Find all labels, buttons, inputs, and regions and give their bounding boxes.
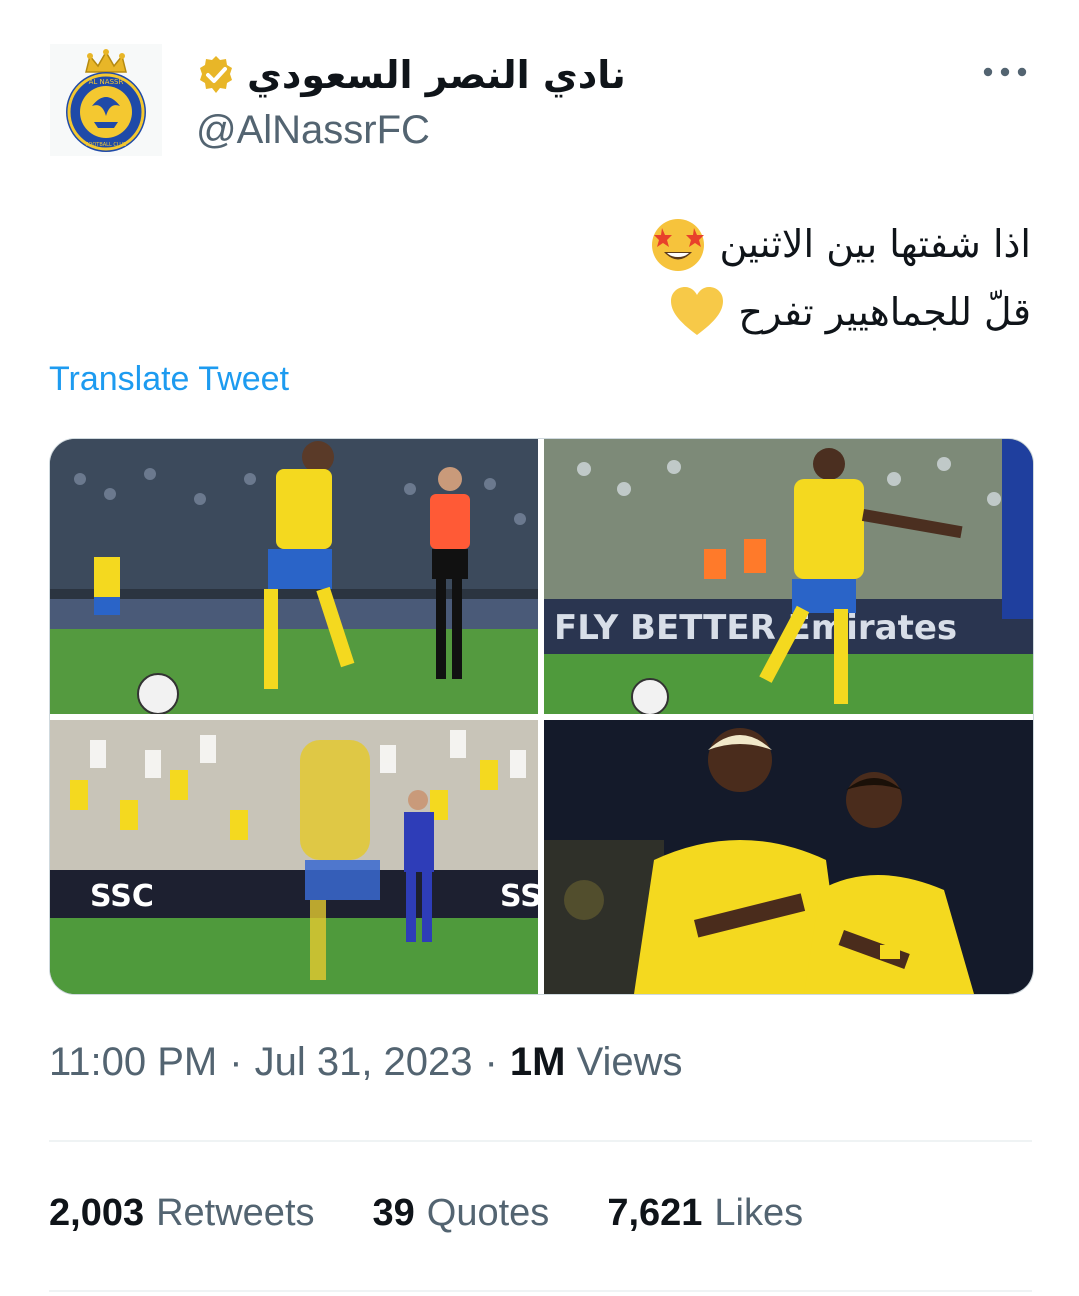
account-handle[interactable]: @AlNassrFC bbox=[196, 108, 430, 153]
account-name-row[interactable]: نادي النصر السعودي bbox=[195, 50, 626, 100]
quotes-stat[interactable]: 39 Quotes bbox=[373, 1192, 550, 1235]
likes-label: Likes bbox=[714, 1192, 804, 1234]
avatar[interactable]: AL NASSR FOOTBALL CLUB bbox=[50, 44, 162, 156]
al-nassr-crest-icon: AL NASSR FOOTBALL CLUB bbox=[50, 44, 162, 156]
more-dots-icon bbox=[983, 67, 1027, 77]
photo-player-shooting[interactable]: FLY BETTER Emirates bbox=[544, 439, 1033, 714]
yellow-heart-emoji-icon bbox=[671, 287, 724, 335]
svg-text:FOOTBALL CLUB: FOOTBALL CLUB bbox=[86, 142, 128, 148]
quotes-label: Quotes bbox=[426, 1192, 550, 1234]
quotes-count: 39 bbox=[372, 1192, 415, 1234]
views-label: Views bbox=[576, 1040, 683, 1084]
tweet-line-2-text: قلّ للجماهيير تفرح bbox=[738, 290, 1031, 334]
tweet-text: اذا شفتها بين الاثنين قلّ للجماهيير تفرح bbox=[331, 210, 1031, 346]
meta-separator: · bbox=[484, 1040, 498, 1084]
retweets-count: 2,003 bbox=[49, 1192, 145, 1234]
divider bbox=[49, 1140, 1032, 1142]
tweet-time[interactable]: 11:00 PM bbox=[49, 1040, 217, 1085]
meta-separator: · bbox=[229, 1040, 243, 1084]
display-name: نادي النصر السعودي bbox=[247, 53, 626, 97]
star-struck-emoji-icon bbox=[652, 219, 705, 271]
svg-text:SSC: SSC bbox=[500, 879, 538, 914]
translate-tweet-link[interactable]: Translate Tweet bbox=[49, 360, 289, 399]
svg-text:FLY BETTER Emirates: FLY BETTER Emirates bbox=[554, 608, 957, 648]
tweet-line-1: اذا شفتها بين الاثنين bbox=[331, 210, 1031, 278]
media-grid: FLY BETTER Emirates SSC S bbox=[49, 438, 1034, 995]
tweet-meta: 11:00 PM · Jul 31, 2023 · 1M Views bbox=[49, 1040, 683, 1085]
tweet-date[interactable]: Jul 31, 2023 bbox=[255, 1040, 473, 1085]
likes-count: 7,621 bbox=[607, 1192, 703, 1234]
photo-two-players-celebrating[interactable] bbox=[544, 720, 1033, 994]
views-count: 1M bbox=[509, 1040, 566, 1084]
more-options-button[interactable] bbox=[976, 52, 1034, 92]
tweet-stats: 2,003 Retweets 39 Quotes 7,621 Likes bbox=[49, 1192, 803, 1235]
verified-badge-icon bbox=[200, 56, 232, 93]
likes-stat[interactable]: 7,621 Likes bbox=[607, 1192, 803, 1235]
tweet-line-1-text: اذا شفتها بين الاثنين bbox=[719, 222, 1031, 266]
divider bbox=[49, 1290, 1032, 1292]
tweet-line-2: قلّ للجماهيير تفرح bbox=[331, 278, 1031, 346]
svg-text:SSC: SSC bbox=[90, 879, 154, 914]
photo-player-dribbling[interactable] bbox=[50, 439, 538, 714]
retweets-label: Retweets bbox=[156, 1192, 315, 1234]
svg-text:AL NASSR: AL NASSR bbox=[89, 78, 124, 86]
retweets-stat[interactable]: 2,003 Retweets bbox=[49, 1192, 315, 1235]
photo-crowd-celebration[interactable]: SSC SSC bbox=[50, 720, 538, 994]
